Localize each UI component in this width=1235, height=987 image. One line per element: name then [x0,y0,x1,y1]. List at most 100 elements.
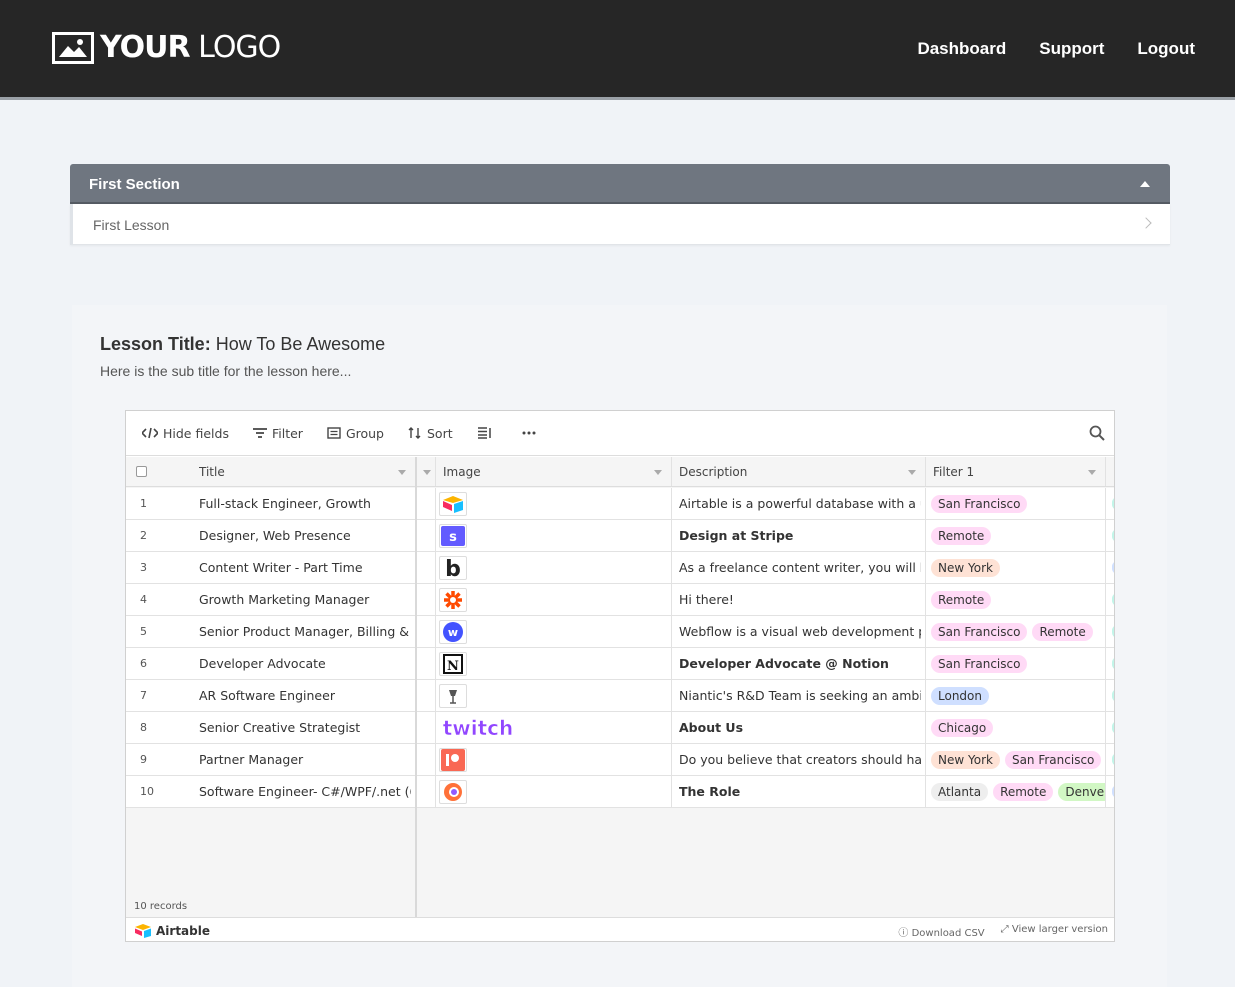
row-height-button[interactable] [477,427,498,439]
column-filter-label: Filter 1 [933,464,975,479]
title-cell[interactable]: Partner Manager [199,744,411,775]
filter-cell[interactable]: San Francisco [931,488,1105,519]
title-cell[interactable]: Designer, Web Presence [199,520,411,551]
logo-text-bold: YOUR [100,30,191,65]
title-cell[interactable]: Senior Product Manager, Billing & ... [199,616,411,647]
column-header-filter-1[interactable]: Filter 1 [933,457,1105,486]
chevron-down-icon[interactable] [1088,470,1096,475]
filter-cell[interactable]: Remote [931,520,1105,551]
image-cell[interactable]: w [439,616,667,647]
column-header-description[interactable]: Description [679,457,925,486]
record-count: 10 records [134,901,188,912]
site-logo[interactable]: YOUR LOGO [52,30,281,65]
lesson-link[interactable]: First Lesson [70,204,1170,245]
table-row[interactable]: 8 Senior Creative Strategist twitch About U… [126,712,1114,744]
download-csv-link[interactable]: ⓘ Download CSV [898,924,984,939]
description-cell[interactable]: The Role [679,776,921,807]
table-row[interactable]: 1 Full-stack Engineer, Growth Airtable is … [126,488,1114,520]
title-cell[interactable]: Full-stack Engineer, Growth [199,488,411,519]
view-larger-label: View larger version [1011,924,1108,935]
image-cell[interactable] [439,680,667,711]
nav-logout[interactable]: Logout [1137,39,1195,59]
table-row[interactable]: 2 Designer, Web Presence s Design at Stripe… [126,520,1114,552]
description-cell[interactable]: Design at Stripe [679,520,921,551]
title-cell[interactable]: Senior Creative Strategist [199,712,411,743]
image-cell[interactable]: N [439,648,667,679]
chevron-down-icon[interactable] [908,470,916,475]
hide-fields-button[interactable]: Hide fields [142,426,229,441]
column-header-title[interactable]: Title [199,457,415,486]
filter-cell[interactable]: Chicago [931,712,1105,743]
filter-cell[interactable]: New York San Francisco [931,744,1105,775]
select-all-checkbox[interactable] [136,457,156,486]
image-cell[interactable]: b [439,552,667,583]
table-row[interactable]: 6 Developer Advocate N Developer Advocate @… [126,648,1114,680]
svg-text:b: b [445,557,461,579]
next-column-tag-edge [1112,657,1114,670]
collapse-caret-icon[interactable] [1140,181,1150,187]
table-row[interactable]: 3 Content Writer - Part Time b As a freelan… [126,552,1114,584]
image-cell[interactable] [439,776,667,807]
section-title: First Section [89,176,180,193]
description-cell[interactable]: Hi there! [679,584,921,615]
nav-support[interactable]: Support [1039,39,1104,59]
image-cell[interactable] [439,488,667,519]
table-row[interactable]: 5 Senior Product Manager, Billing & ... w W… [126,616,1114,648]
description-cell[interactable]: Do you believe that creators should hav.… [679,744,921,775]
description-cell[interactable]: Developer Advocate @ Notion [679,648,921,679]
course-section: First Section First Lesson [70,164,1170,245]
image-cell[interactable]: twitch [439,712,667,743]
table-row[interactable]: 7 AR Software Engineer Niantic's R&D Team … [126,680,1114,712]
filter-cell[interactable]: San Francisco Remote [931,616,1105,647]
search-button[interactable] [1089,425,1105,445]
column-description-label: Description [679,464,748,479]
row-number: 3 [140,561,147,574]
airtable-brand-link[interactable]: Airtable [134,923,210,938]
table-row[interactable]: 9 Partner Manager Do you believe that crea… [126,744,1114,776]
filter-cell[interactable]: London [931,680,1105,711]
airtable-logo-icon [135,923,151,938]
title-cell[interactable]: Content Writer - Part Time [199,552,411,583]
filter-button[interactable]: Filter [252,426,303,441]
title-cell[interactable]: Software Engineer- C#/WPF/.net (6... [199,776,411,807]
description-cell[interactable]: Webflow is a visual web development pl..… [679,616,921,647]
chevron-down-icon[interactable] [423,470,431,475]
image-cell[interactable] [439,744,667,775]
chevron-down-icon[interactable] [398,470,406,475]
more-button[interactable] [522,431,541,435]
row-number: 7 [140,689,147,702]
chevron-right-icon [1140,217,1152,229]
description-cell[interactable]: As a freelance content writer, you will … [679,552,921,583]
group-icon [327,427,341,439]
title-cell[interactable]: Growth Marketing Manager [199,584,411,615]
section-header[interactable]: First Section [70,164,1170,204]
description-cell[interactable]: About Us [679,712,921,743]
image-cell[interactable]: s [439,520,667,551]
view-larger-link[interactable]: ⤢ View larger version [1001,924,1108,939]
filter-cell[interactable]: New York [931,552,1105,583]
image-cell[interactable] [439,584,667,615]
sort-button[interactable]: Sort [408,426,453,441]
image-icon [52,31,94,64]
tag-pill: Remote [931,526,992,545]
filter-cell[interactable]: Atlanta Remote Denver [931,776,1105,807]
description-cell[interactable]: Airtable is a powerful database with a u… [679,488,921,519]
tag-pill: London [931,686,989,705]
next-column-tag-edge [1112,625,1114,638]
description-cell[interactable]: Niantic's R&D Team is seeking an ambiti.… [679,680,921,711]
group-button[interactable]: Group [327,426,384,441]
download-csv-label: Download CSV [911,928,985,939]
frozen-column-divider [415,457,417,929]
title-cell[interactable]: AR Software Engineer [199,680,411,711]
title-cell[interactable]: Developer Advocate [199,648,411,679]
nav-dashboard[interactable]: Dashboard [917,39,1006,59]
filter-cell[interactable]: Remote [931,584,1105,615]
column-header-image[interactable]: Image [443,457,671,486]
chevron-down-icon[interactable] [654,470,662,475]
lesson-title-label: Lesson Title: [100,334,211,354]
table-row[interactable]: 4 Growth Marketing Manager Hi there! Remote [126,584,1114,616]
table-row[interactable]: 10 Software Engineer- C#/WPF/.net (6... Th… [126,776,1114,808]
column-header-spacer[interactable] [417,457,435,486]
row-number: 9 [140,753,147,766]
filter-cell[interactable]: San Francisco [931,648,1105,679]
